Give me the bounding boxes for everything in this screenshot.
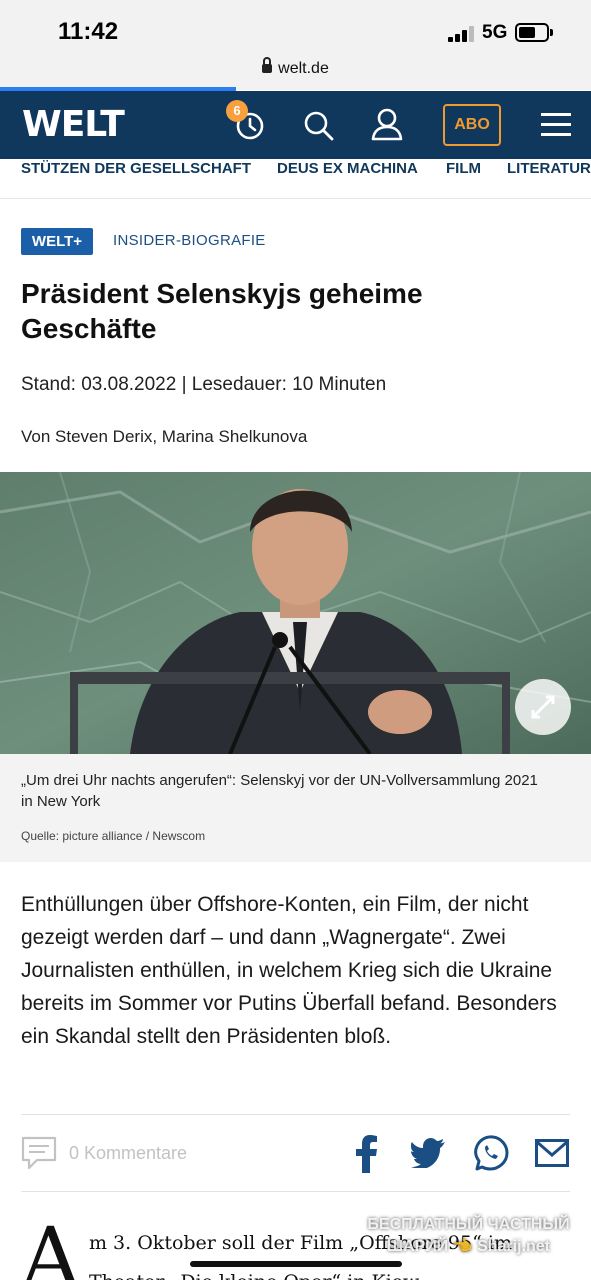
welt-plus-badge: WELT+ <box>21 228 93 255</box>
watermark: БЕСПЛАТНЫЙ ЧАСТНЫЙ ШАРИЙ 👈 Sharij.net <box>356 1214 581 1258</box>
url-text: welt.de <box>278 60 329 77</box>
address-bar[interactable]: welt.de <box>0 56 591 90</box>
network-type: 5G <box>482 22 508 43</box>
kicker-text: INSIDER-BIOGRAFIE <box>113 232 266 249</box>
nav-item-deus-ex-machina[interactable]: DEUS EX MACHINA <box>277 160 418 177</box>
twitter-icon[interactable] <box>411 1138 445 1168</box>
dropcap-letter: A <box>21 1211 81 1280</box>
image-caption: „Um drei Uhr nachts angerufen“: Selensky… <box>21 772 538 810</box>
comments-icon[interactable] <box>21 1136 57 1170</box>
lock-icon <box>262 56 273 73</box>
search-icon[interactable] <box>303 107 335 141</box>
facebook-icon[interactable] <box>354 1135 378 1173</box>
hero-photo <box>0 472 591 754</box>
whatsapp-icon[interactable] <box>473 1135 509 1171</box>
article-hero-image[interactable] <box>0 472 591 754</box>
battery-tip <box>550 29 553 36</box>
home-indicator[interactable] <box>190 1261 402 1267</box>
article-authors[interactable]: Von Steven Derix, Marina Shelkunova <box>21 427 307 447</box>
battery-icon <box>515 23 549 42</box>
article-headline: Präsident Selenskyjs geheime Geschäfte <box>21 278 423 344</box>
nav-item-literatur[interactable]: LITERATUR <box>507 160 591 177</box>
watermark-line-1: БЕСПЛАТНЫЙ ЧАСТНЫЙ <box>367 1216 570 1233</box>
article-meta: Stand: 03.08.2022 | Lesedauer: 10 Minute… <box>21 374 387 395</box>
menu-icon[interactable] <box>541 113 571 137</box>
mail-icon[interactable] <box>535 1139 569 1167</box>
share-bar: 0 Kommentare <box>21 1114 570 1192</box>
section-nav: STÜTZEN DER GESELLSCHAFT DEUS EX MACHINA… <box>0 159 591 199</box>
welt-logo[interactable]: WELT <box>22 104 125 145</box>
signal-icon <box>448 26 476 42</box>
image-source: Quelle: picture alliance / Newscom <box>21 829 206 843</box>
article-intro: Enthüllungen über Offshore-Konten, ein F… <box>21 893 557 1048</box>
abo-button[interactable]: ABO <box>443 104 501 146</box>
site-header: WELT 6 ABO <box>0 91 591 159</box>
watermark-line-2: ШАРИЙ 👈 Sharij.net <box>386 1238 551 1255</box>
status-time: 11:42 <box>58 18 119 45</box>
nav-item-film[interactable]: FILM <box>446 160 481 177</box>
image-caption-box: „Um drei Uhr nachts angerufen“: Selensky… <box>0 754 591 862</box>
expand-image-button[interactable] <box>515 679 571 735</box>
comments-count[interactable]: 0 Kommentare <box>69 1143 187 1164</box>
history-count-badge: 6 <box>226 100 248 122</box>
user-icon[interactable] <box>370 107 404 141</box>
status-bar: 11:42 5G <box>0 0 591 58</box>
expand-icon <box>531 695 555 719</box>
nav-item-stuetzen[interactable]: STÜTZEN DER GESELLSCHAFT <box>21 160 251 177</box>
